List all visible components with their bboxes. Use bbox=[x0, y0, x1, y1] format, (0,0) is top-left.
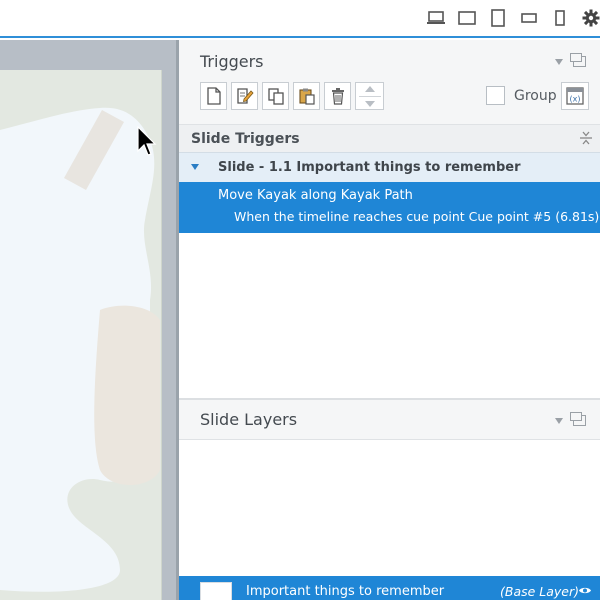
move-up-down-buttons[interactable] bbox=[355, 82, 384, 110]
trigger-condition: When the timeline reaches cue point Cue … bbox=[234, 209, 600, 224]
triggers-panel-controls bbox=[555, 53, 586, 67]
layer-thumbnail bbox=[200, 582, 232, 600]
window-variable-icon: (x) bbox=[566, 87, 584, 105]
new-trigger-button[interactable] bbox=[200, 82, 227, 110]
float-panel-icon[interactable] bbox=[570, 53, 586, 67]
copy-button[interactable] bbox=[262, 82, 289, 110]
slide-layers-title: Slide Layers bbox=[200, 410, 298, 429]
copy-icon bbox=[267, 88, 284, 105]
base-layer-name: Important things to remember bbox=[246, 584, 445, 599]
paste-button[interactable] bbox=[293, 82, 320, 110]
eye-icon[interactable] bbox=[578, 586, 592, 595]
delete-icon bbox=[331, 88, 344, 105]
device-preview-bar bbox=[0, 0, 600, 38]
slide-group-label: Slide - 1.1 Important things to remember bbox=[218, 160, 521, 175]
tablet-portrait-icon[interactable] bbox=[487, 9, 509, 27]
expand-chevron-icon[interactable] bbox=[191, 164, 199, 170]
slide-triggers-label: Slide Triggers bbox=[191, 131, 300, 147]
tablet-landscape-icon[interactable] bbox=[456, 10, 478, 26]
trigger-action: Move Kayak along Kayak Path bbox=[218, 188, 413, 203]
base-layer-tag: (Base Layer) bbox=[500, 584, 580, 599]
slide-layers-header: Slide Layers bbox=[179, 400, 600, 440]
mouse-pointer-icon bbox=[137, 126, 157, 156]
layers-menu-chevron-icon[interactable] bbox=[555, 417, 563, 424]
triggers-panel: Triggers Group (x) Slide Triggers Slide … bbox=[179, 40, 600, 600]
layers-panel-controls bbox=[555, 412, 586, 426]
layers-list bbox=[179, 440, 600, 576]
slide-trigger-group[interactable]: Slide - 1.1 Important things to remember bbox=[179, 152, 600, 182]
laptop-icon[interactable] bbox=[425, 10, 447, 26]
move-down-icon[interactable] bbox=[364, 100, 376, 108]
slide-triggers-header: Slide Triggers bbox=[179, 124, 600, 152]
triggers-panel-title: Triggers bbox=[200, 52, 264, 71]
new-trigger-icon bbox=[206, 87, 221, 105]
group-label: Group bbox=[514, 88, 557, 104]
delete-button[interactable] bbox=[324, 82, 351, 110]
panel-menu-chevron-icon[interactable] bbox=[555, 58, 563, 65]
svg-text:(x): (x) bbox=[570, 95, 581, 104]
trigger-properties-button[interactable]: (x) bbox=[561, 82, 589, 110]
app-window: Triggers Group (x) Slide Triggers Slide … bbox=[0, 0, 600, 600]
slide-canvas-area bbox=[0, 40, 178, 600]
phone-portrait-icon[interactable] bbox=[549, 10, 571, 26]
group-checkbox[interactable] bbox=[486, 86, 505, 105]
edit-trigger-icon bbox=[236, 88, 254, 104]
base-layer-row[interactable]: Important things to remember (Base Layer… bbox=[179, 576, 600, 600]
move-up-icon[interactable] bbox=[364, 85, 376, 93]
layers-float-panel-icon[interactable] bbox=[570, 412, 586, 426]
paste-icon bbox=[298, 88, 315, 105]
edit-trigger-button[interactable] bbox=[231, 82, 258, 110]
trigger-list: Slide - 1.1 Important things to remember… bbox=[179, 152, 600, 398]
phone-landscape-icon[interactable] bbox=[518, 10, 540, 26]
gear-icon[interactable] bbox=[580, 9, 600, 27]
trigger-item-selected[interactable]: Move Kayak along Kayak Path When the tim… bbox=[179, 182, 600, 233]
collapse-all-icon[interactable] bbox=[580, 131, 592, 145]
